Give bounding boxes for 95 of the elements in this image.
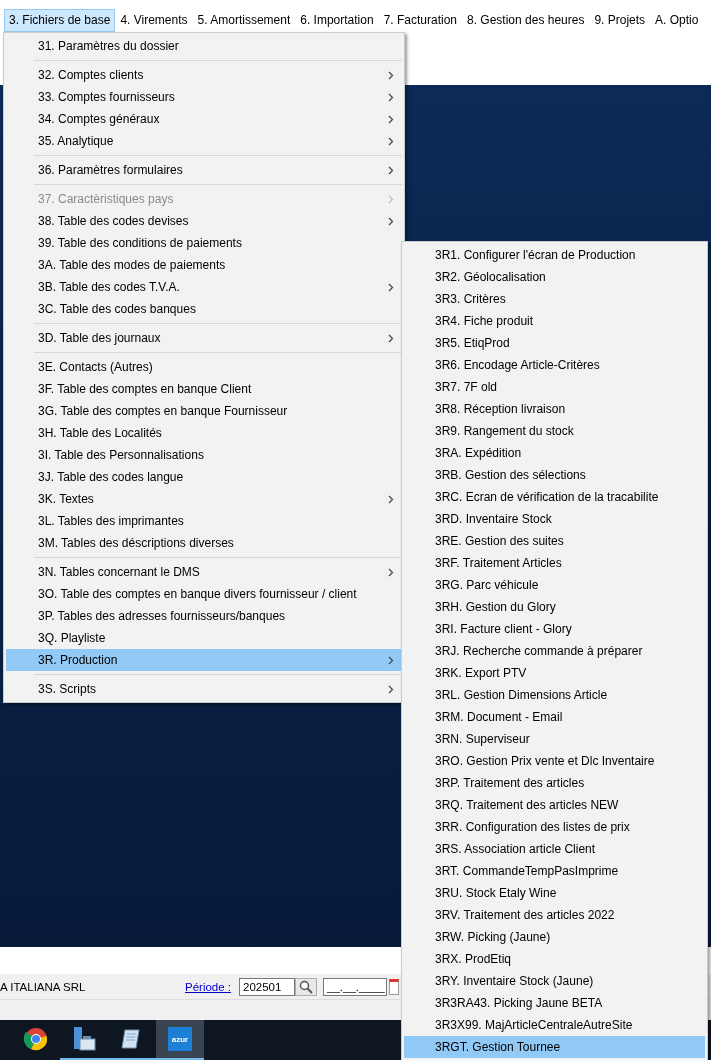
menu-item[interactable]: 3A. Table des modes de paiements <box>6 254 402 276</box>
chevron-icon <box>388 684 394 694</box>
menu-item[interactable]: 3RV. Traitement des articles 2022 <box>404 904 705 926</box>
menu-item[interactable]: 3RH. Gestion du Glory <box>404 596 705 618</box>
company-name: A ITALIANA SRL <box>0 980 87 993</box>
menu-item[interactable]: 3RI. Facture client - Glory <box>404 618 705 640</box>
menu-bar-item[interactable]: A. Optio <box>650 9 704 32</box>
menu-item[interactable]: 3G. Table des comptes en banque Fournisseur <box>6 400 402 422</box>
menu-item[interactable]: 3RQ. Traitement des articles NEW <box>404 794 705 816</box>
menu-item[interactable]: 3J. Table des codes langue <box>6 466 402 488</box>
menu-item[interactable]: 3C. Table des codes banques <box>6 298 402 320</box>
menu-item[interactable]: 3B. Table des codes T.V.A. <box>6 276 402 298</box>
menu-item[interactable]: 3RF. Traitement Articles <box>404 552 705 574</box>
menu-item[interactable]: 3RD. Inventaire Stock <box>404 508 705 530</box>
menu-item[interactable]: 3K. Textes <box>6 488 402 510</box>
chevron-icon <box>388 92 394 102</box>
menu-item[interactable]: 3R8. Réception livraison <box>404 398 705 420</box>
menu-item[interactable]: 3RE. Gestion des suites <box>404 530 705 552</box>
chevron-icon <box>388 70 394 80</box>
chevron-icon <box>388 216 394 226</box>
menu-item[interactable]: 3R5. EtiqProd <box>404 332 705 354</box>
menu-item[interactable]: 3R6. Encodage Article-Critères <box>404 354 705 376</box>
menu-item[interactable]: 32. Comptes clients <box>6 64 402 86</box>
period-field[interactable]: 202501 <box>239 977 296 996</box>
menu-item[interactable]: 3H. Table des Localités <box>6 422 402 444</box>
menu-item[interactable]: 3D. Table des journaux <box>6 327 402 349</box>
chevron-icon <box>388 494 394 504</box>
menu-item[interactable]: 3RM. Document - Email <box>404 706 705 728</box>
menu-item[interactable]: 3N. Tables concernant le DMS <box>6 561 402 583</box>
menu-bar-item[interactable]: 6. Importation <box>295 9 379 32</box>
menu-item[interactable]: 3M. Tables des déscriptions diverses <box>6 532 402 554</box>
chevron-icon <box>388 282 394 292</box>
menu-item[interactable]: 3R1. Configurer l'écran de Production <box>404 244 705 266</box>
menu-item[interactable]: 34. Comptes généraux <box>6 108 402 130</box>
chevron-icon <box>388 136 394 146</box>
search-button[interactable] <box>295 977 318 996</box>
menu-item[interactable]: 3RS. Association article Client <box>404 838 705 860</box>
menu-item[interactable]: 3RW. Picking (Jaune) <box>404 926 705 948</box>
menu-item[interactable]: 3Q. Playliste <box>6 627 402 649</box>
azur-icon[interactable]: azur <box>168 1027 192 1051</box>
chevron-icon <box>388 333 394 343</box>
menu-bar-item[interactable]: 8. Gestion des heures <box>462 9 590 32</box>
menu-item[interactable]: 31. Paramètres du dossier <box>6 35 402 57</box>
menu-item[interactable]: 3R9. Rangement du stock <box>404 420 705 442</box>
menu-item[interactable]: 3RP. Traitement des articles <box>404 772 705 794</box>
menu-item[interactable]: 3RU. Stock Etaly Wine <box>404 882 705 904</box>
menu-bar-item[interactable]: 7. Facturation <box>378 9 462 32</box>
chevron-icon <box>388 165 394 175</box>
menu-item[interactable]: 3S. Scripts <box>6 678 402 700</box>
menu-item[interactable]: 3RX. ProdEtiq <box>404 948 705 970</box>
menu-item[interactable]: 3RC. Ecran de vérification de la tracabilite <box>404 486 705 508</box>
server-icon[interactable] <box>71 1026 97 1052</box>
menu-item[interactable]: 3R. Production <box>6 649 402 671</box>
menu-item[interactable]: 3RO. Gestion Prix vente et Dlc Inventaire <box>404 750 705 772</box>
date-field[interactable]: __.__.____ <box>323 977 388 996</box>
menu-item[interactable]: 3F. Table des comptes en banque Client <box>6 378 402 400</box>
menu-item[interactable]: 3L. Tables des imprimantes <box>6 510 402 532</box>
menu-item[interactable]: 3R2. Géolocalisation <box>404 266 705 288</box>
menu-item[interactable]: 3O. Table des comptes en banque divers fournisseur / client <box>6 583 402 605</box>
menu-item[interactable]: 35. Analytique <box>6 130 402 152</box>
menu-item[interactable]: 36. Paramètres formulaires <box>6 159 402 181</box>
menu-item[interactable]: 3RT. CommandeTempPasImprime <box>404 860 705 882</box>
chevron-icon <box>388 655 394 665</box>
menu-bar-item[interactable]: 5. Amortissement <box>192 9 296 32</box>
menu-item[interactable]: 3I. Table des Personnalisations <box>6 444 402 466</box>
menu-item[interactable]: 3RY. Inventaire Stock (Jaune) <box>404 970 705 992</box>
menu-item[interactable]: 3P. Tables des adresses fournisseurs/banques <box>6 605 402 627</box>
menu-bar-item[interactable]: 9. Projets <box>589 9 651 32</box>
chevron-icon <box>388 567 394 577</box>
menu-item[interactable]: 3RR. Configuration des listes de prix <box>404 816 705 838</box>
menu-item[interactable]: 3RA. Expédition <box>404 442 705 464</box>
menu-bar-item[interactable]: 3. Fichiers de base <box>4 9 116 32</box>
menu-item[interactable]: 3RJ. Recherche commande à préparer <box>404 640 705 662</box>
menu-item[interactable]: 3RG. Parc véhicule <box>404 574 705 596</box>
menu-item[interactable]: 3R7. 7F old <box>404 376 705 398</box>
menu-item[interactable]: 3RB. Gestion des sélections <box>404 464 705 486</box>
menu-item[interactable]: 39. Table des conditions de paiements <box>6 232 402 254</box>
menu-bar-item[interactable]: 4. Virements <box>115 9 193 32</box>
menu-item[interactable]: 3E. Contacts (Autres) <box>6 356 402 378</box>
menu-item[interactable]: 3RN. Superviseur <box>404 728 705 750</box>
calendar-icon[interactable] <box>389 978 400 995</box>
menu-item[interactable]: 3R4. Fiche produit <box>404 310 705 332</box>
browser-icon[interactable] <box>24 1027 48 1051</box>
menu-item[interactable]: 3RK. Export PTV <box>404 662 705 684</box>
search-icon <box>299 979 314 994</box>
menu-item[interactable]: 33. Comptes fournisseurs <box>6 86 402 108</box>
menu-item[interactable]: 3RL. Gestion Dimensions Article <box>404 684 705 706</box>
menu-item[interactable]: 3R3. Critères <box>404 288 705 310</box>
period-link[interactable]: Période : <box>185 980 232 993</box>
chevron-icon <box>388 114 394 124</box>
menu-item[interactable]: 3R3RA43. Picking Jaune BETA <box>404 992 705 1014</box>
chevron-icon <box>388 194 394 204</box>
menu-item[interactable]: 38. Table des codes devises <box>6 210 402 232</box>
menu-item[interactable]: 3R3X99. MajArticleCentraleAutreSite <box>404 1014 705 1036</box>
menu-item[interactable]: 3RGT. Gestion Tournee <box>404 1036 705 1058</box>
